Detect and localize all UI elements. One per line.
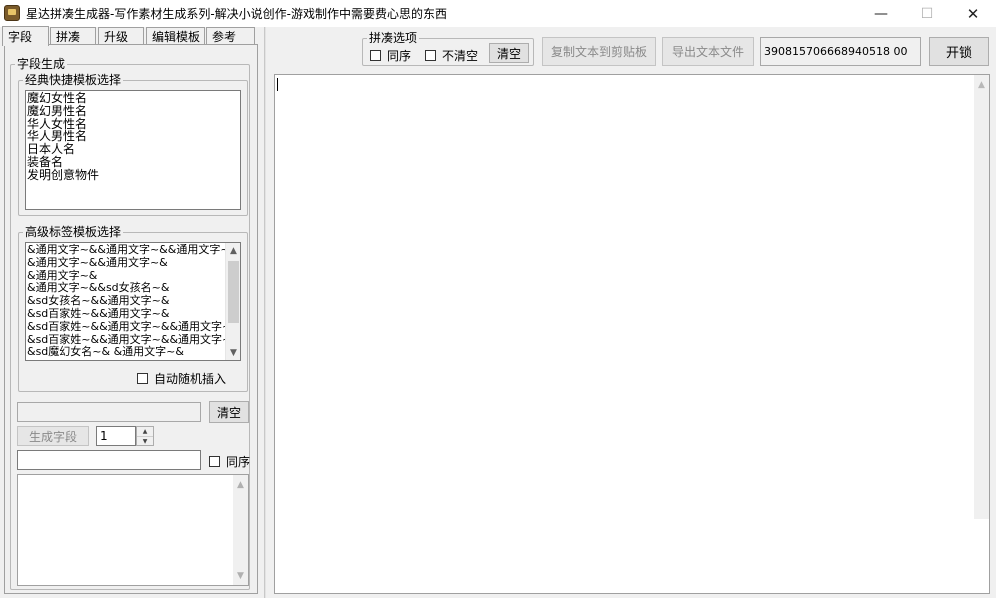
checkbox-icon[interactable] [137, 373, 148, 384]
advanced-list-scrollbar[interactable]: ▲ ▼ [225, 243, 240, 360]
clear-button[interactable]: 清空 [209, 401, 249, 423]
list-item[interactable]: &通用文字~&&通用文字~& [26, 256, 225, 270]
options-clear-button[interactable]: 清空 [489, 43, 529, 63]
advanced-template-list[interactable]: &通用文字~&&通用文字~&&通用文字~& &通用文字~&&通用文字~& &通用… [25, 242, 241, 361]
close-button[interactable]: ✕ [950, 0, 996, 27]
export-text-file-button[interactable]: 导出文本文件 [662, 37, 754, 66]
checkbox-icon[interactable] [209, 456, 220, 467]
list-item[interactable]: 发明创意物件 [26, 168, 240, 182]
list-item[interactable]: &sd百家姓~&&通用文字~& [26, 307, 225, 321]
list-item[interactable]: &sd百家姓~&&通用文字~&&通用文字~& [26, 320, 225, 334]
unlock-button[interactable]: 开锁 [929, 37, 989, 66]
field-same-order-label: 同序 [226, 455, 251, 469]
window-title: 星达拼凑生成器-写作素材生成系列-解决小说创作-游戏制作中需要费心思的东西 [26, 7, 447, 21]
minimize-button[interactable]: — [858, 0, 904, 27]
scroll-down-icon[interactable]: ▼ [233, 568, 248, 583]
checkbox-icon[interactable] [425, 50, 436, 61]
text-caret [277, 78, 278, 91]
same-order-label: 同序 [387, 49, 412, 63]
tab-bar: 字段 拼凑 升级 编辑模板 参考 [0, 26, 258, 46]
combine-options-title: 拼凑选项 [369, 31, 418, 45]
field-preview-input[interactable] [17, 402, 201, 422]
app-icon [4, 5, 20, 21]
main-output-scrollbar[interactable]: ▲ [974, 75, 989, 519]
list-item[interactable]: &sd魔幻女名~& &通用文字~& [26, 346, 225, 359]
scroll-up-icon[interactable]: ▲ [233, 477, 248, 492]
list-item[interactable]: &通用文字~&&通用文字~&&通用文字~& [26, 244, 225, 257]
tab-edit-template[interactable]: 编辑模板 [146, 27, 205, 45]
scroll-thumb[interactable] [228, 261, 239, 323]
unlock-code-field[interactable]: 390815706668940518 00 [760, 37, 921, 66]
no-clear-label: 不清空 [442, 49, 479, 63]
maximize-button[interactable]: ☐ [904, 0, 950, 27]
tab-reference[interactable]: 参考 [206, 27, 255, 45]
panel-splitter[interactable] [264, 27, 266, 598]
tab-upgrade[interactable]: 升级 [98, 27, 144, 45]
list-item[interactable]: 魔幻男性名 [26, 104, 240, 118]
scroll-up-icon[interactable]: ▲ [226, 243, 240, 258]
field-text-input[interactable] [17, 450, 201, 470]
tab-field[interactable]: 字段 [2, 26, 49, 46]
list-item[interactable]: 魔幻女性名 [26, 92, 240, 105]
field-output-textarea[interactable]: ▲ ▼ [17, 474, 249, 586]
list-item[interactable]: 装备名 [26, 156, 240, 169]
advanced-template-title: 高级标签模板选择 [25, 225, 122, 239]
stepper-down-icon[interactable]: ▼ [137, 436, 153, 446]
field-output-scrollbar[interactable]: ▲ ▼ [233, 475, 248, 585]
count-stepper[interactable]: ▲ ▼ [136, 426, 154, 446]
tab-combine[interactable]: 拼凑 [50, 27, 96, 45]
classic-template-list[interactable]: 魔幻女性名 魔幻男性名 华人女性名 华人男性名 日本人名 装备名 发明创意物件 [25, 90, 241, 210]
checkbox-icon[interactable] [370, 50, 381, 61]
no-clear-checkbox[interactable]: 不清空 [425, 47, 478, 64]
auto-random-insert-checkbox[interactable]: 自动随机插入 [137, 370, 226, 387]
count-input[interactable]: 1 [96, 426, 136, 446]
same-order-checkbox[interactable]: 同序 [370, 47, 411, 64]
copy-to-clipboard-button[interactable]: 复制文本到剪贴板 [542, 37, 656, 66]
stepper-up-icon[interactable]: ▲ [137, 427, 153, 436]
classic-template-title: 经典快捷模板选择 [25, 73, 122, 87]
main-output-textarea[interactable]: ▲ [274, 74, 990, 594]
scroll-down-icon[interactable]: ▼ [226, 345, 240, 360]
auto-random-insert-label: 自动随机插入 [154, 372, 227, 386]
field-same-order-checkbox[interactable]: 同序 [209, 453, 250, 470]
generate-field-button[interactable]: 生成字段 [17, 426, 89, 446]
scroll-up-icon[interactable]: ▲ [974, 77, 989, 92]
field-generation-title: 字段生成 [17, 57, 66, 71]
